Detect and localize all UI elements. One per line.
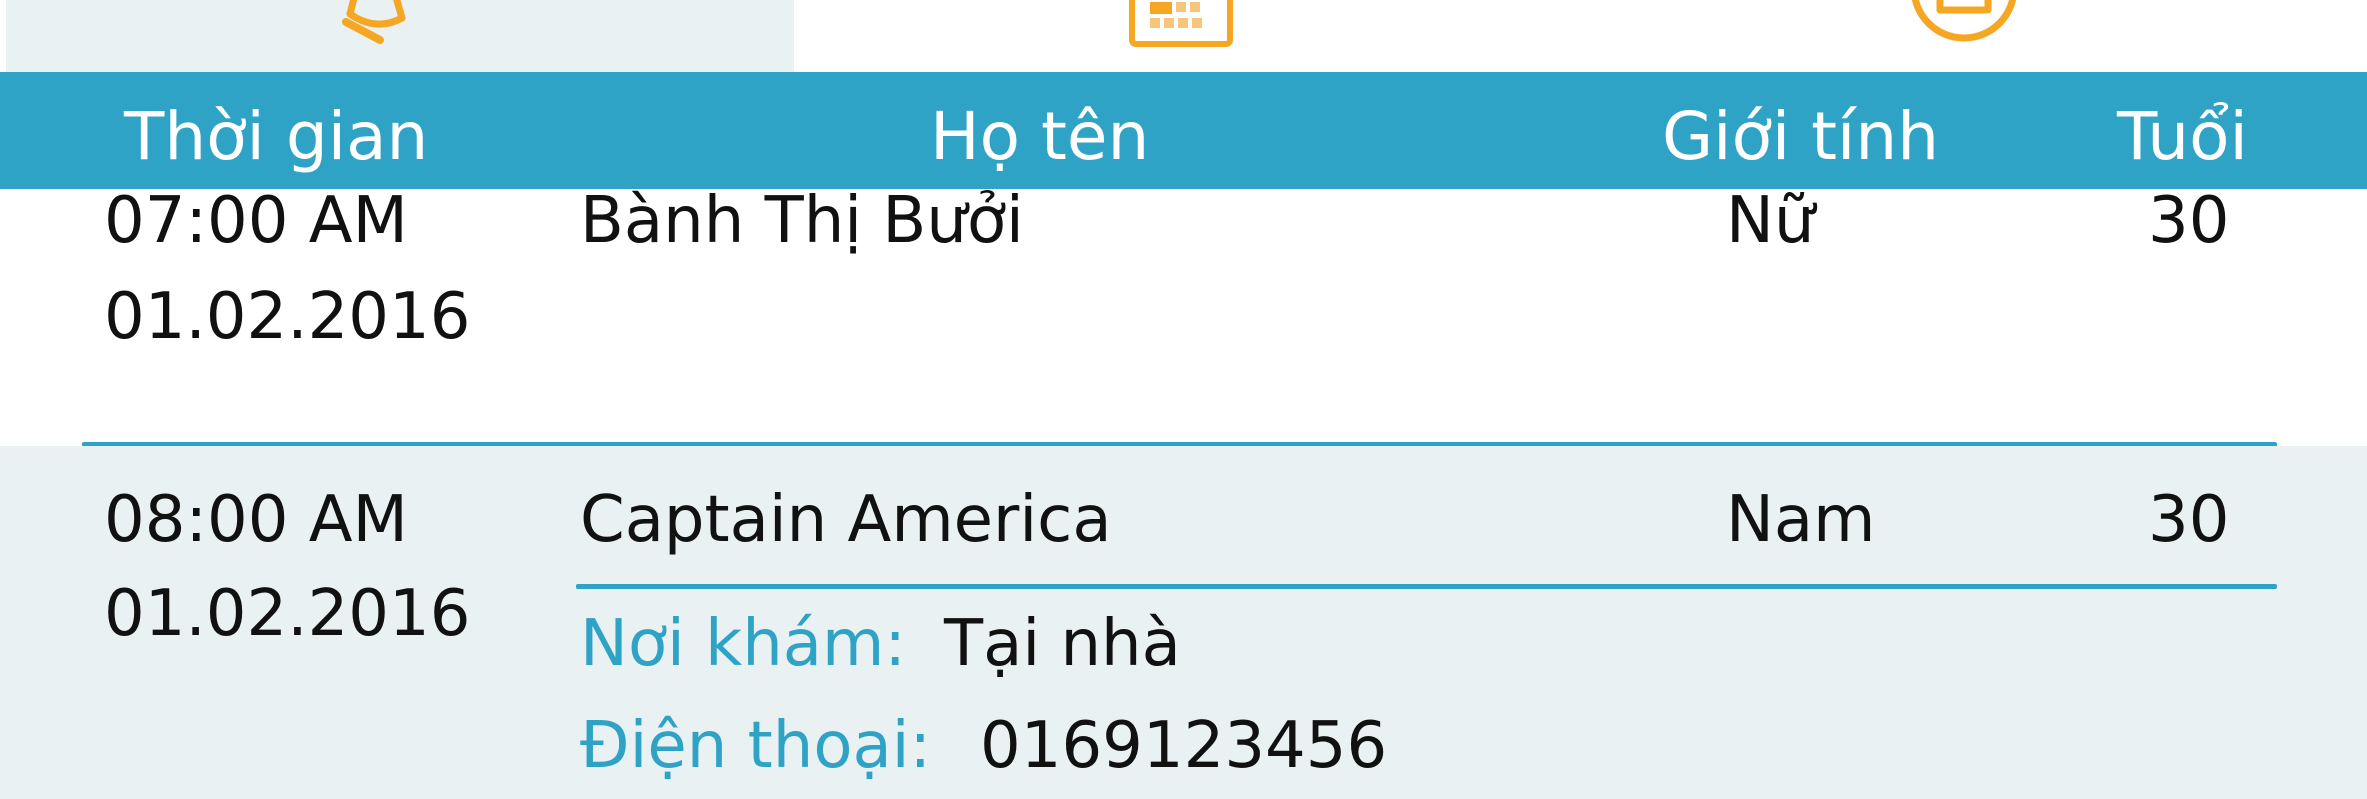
header-time: Thời gian <box>124 98 429 175</box>
patient-age: 30 <box>2148 184 2230 258</box>
appointment-time: 07:00 AM <box>104 184 408 258</box>
patient-gender: Nam <box>1726 483 1876 557</box>
bell-icon <box>342 0 406 44</box>
appointment-time: 08:00 AM <box>104 483 408 557</box>
clipboard-icon <box>1911 0 2017 42</box>
patient-gender: Nữ <box>1726 184 1815 258</box>
table-row[interactable]: 07:00 AM 01.02.2016 Bành Thị Bưởi Nữ 30 <box>0 184 2367 446</box>
tab-calendar[interactable] <box>794 0 1574 72</box>
appointment-date: 01.02.2016 <box>104 577 471 651</box>
table-row[interactable]: 08:00 AM 01.02.2016 Captain America Nam … <box>0 446 2367 799</box>
patient-name: Bành Thị Bưởi <box>580 184 1024 258</box>
tab-notifications[interactable] <box>6 0 794 72</box>
table-header: Thời gian Họ tên Giới tính Tuổi <box>0 72 2367 189</box>
phone-label: Điện thoại: <box>580 709 932 783</box>
place-value: Tại nhà <box>944 607 1181 681</box>
place-label: Nơi khám: <box>580 607 906 681</box>
header-name: Họ tên <box>930 98 1150 175</box>
phone-value: 0169123456 <box>980 709 1388 783</box>
tab-bar <box>0 0 2367 72</box>
patient-name: Captain America <box>580 483 1112 557</box>
tab-records[interactable] <box>1574 0 2367 72</box>
appointment-date: 01.02.2016 <box>104 280 471 354</box>
calendar-icon <box>1129 0 1233 47</box>
detail-divider <box>576 584 2277 589</box>
patient-age: 30 <box>2148 483 2230 557</box>
header-age: Tuổi <box>2117 98 2248 175</box>
header-gender: Giới tính <box>1662 98 1940 175</box>
